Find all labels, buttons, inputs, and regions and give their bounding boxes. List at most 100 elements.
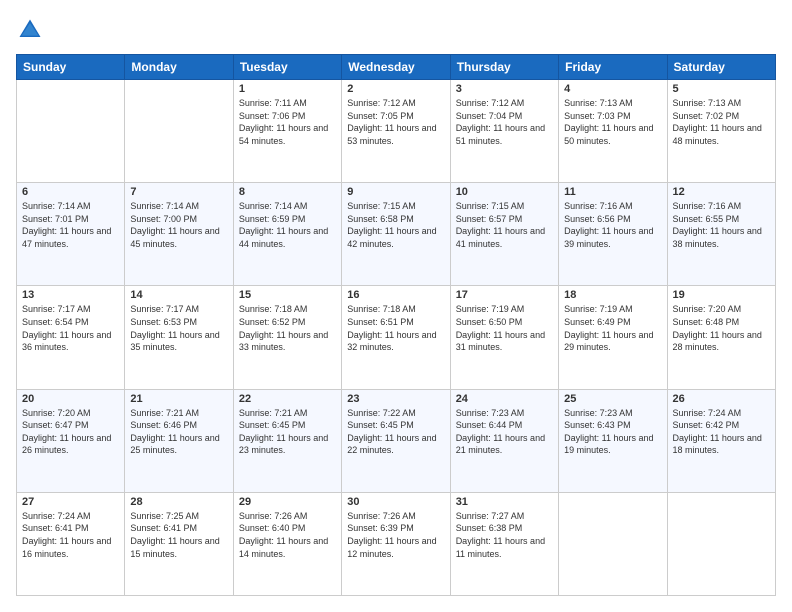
day-number: 13 (22, 289, 119, 301)
weekday-header-saturday: Saturday (667, 55, 775, 80)
calendar-cell: 10 Sunrise: 7:15 AM Sunset: 6:57 PM Dayli… (450, 183, 558, 286)
day-info: Sunrise: 7:13 AM Sunset: 7:03 PM Dayligh… (564, 97, 661, 147)
calendar-cell: 15 Sunrise: 7:18 AM Sunset: 6:52 PM Dayli… (233, 286, 341, 389)
calendar-cell: 11 Sunrise: 7:16 AM Sunset: 6:56 PM Dayli… (559, 183, 667, 286)
day-info: Sunrise: 7:14 AM Sunset: 7:01 PM Dayligh… (22, 200, 119, 250)
logo (16, 16, 48, 44)
day-info: Sunrise: 7:23 AM Sunset: 6:43 PM Dayligh… (564, 407, 661, 457)
calendar-cell: 2Sunrise: 7:12 AM Sunset: 7:05 PM Daylig… (342, 80, 450, 183)
calendar-cell: 13 Sunrise: 7:17 AM Sunset: 6:54 PM Dayli… (17, 286, 125, 389)
day-info: Sunrise: 7:15 AM Sunset: 6:58 PM Dayligh… (347, 200, 444, 250)
day-number: 4 (564, 83, 661, 95)
calendar-cell: 27 Sunrise: 7:24 AM Sunset: 6:41 PM Dayli… (17, 492, 125, 595)
day-number: 10 (456, 186, 553, 198)
logo-icon (16, 16, 44, 44)
day-number: 16 (347, 289, 444, 301)
calendar-cell: 18 Sunrise: 7:19 AM Sunset: 6:49 PM Dayli… (559, 286, 667, 389)
day-number: 12 (673, 186, 770, 198)
day-info: Sunrise: 7:17 AM Sunset: 6:53 PM Dayligh… (130, 303, 227, 353)
calendar-cell: 7 Sunrise: 7:14 AM Sunset: 7:00 PM Daylig… (125, 183, 233, 286)
day-info: Sunrise: 7:11 AM Sunset: 7:06 PM Dayligh… (239, 97, 336, 147)
day-number: 9 (347, 186, 444, 198)
day-number: 8 (239, 186, 336, 198)
day-info: Sunrise: 7:19 AM Sunset: 6:50 PM Dayligh… (456, 303, 553, 353)
day-info: Sunrise: 7:16 AM Sunset: 6:56 PM Dayligh… (564, 200, 661, 250)
day-number: 25 (564, 393, 661, 405)
day-number: 18 (564, 289, 661, 301)
day-info: Sunrise: 7:19 AM Sunset: 6:49 PM Dayligh… (564, 303, 661, 353)
day-info: Sunrise: 7:18 AM Sunset: 6:51 PM Dayligh… (347, 303, 444, 353)
day-number: 7 (130, 186, 227, 198)
week-row-1: 6 Sunrise: 7:14 AM Sunset: 7:01 PM Daylig… (17, 183, 776, 286)
day-number: 14 (130, 289, 227, 301)
day-info: Sunrise: 7:15 AM Sunset: 6:57 PM Dayligh… (456, 200, 553, 250)
weekday-header-wednesday: Wednesday (342, 55, 450, 80)
day-info: Sunrise: 7:16 AM Sunset: 6:55 PM Dayligh… (673, 200, 770, 250)
day-number: 26 (673, 393, 770, 405)
day-number: 31 (456, 496, 553, 508)
day-info: Sunrise: 7:25 AM Sunset: 6:41 PM Dayligh… (130, 510, 227, 560)
calendar-cell: 20 Sunrise: 7:20 AM Sunset: 6:47 PM Dayli… (17, 389, 125, 492)
header (16, 16, 776, 44)
day-number: 6 (22, 186, 119, 198)
day-info: Sunrise: 7:14 AM Sunset: 7:00 PM Dayligh… (130, 200, 227, 250)
day-info: Sunrise: 7:20 AM Sunset: 6:48 PM Dayligh… (673, 303, 770, 353)
day-info: Sunrise: 7:14 AM Sunset: 6:59 PM Dayligh… (239, 200, 336, 250)
day-number: 5 (673, 83, 770, 95)
calendar-cell (125, 80, 233, 183)
day-number: 21 (130, 393, 227, 405)
calendar-cell: 1Sunrise: 7:11 AM Sunset: 7:06 PM Daylig… (233, 80, 341, 183)
day-number: 17 (456, 289, 553, 301)
calendar-cell: 12 Sunrise: 7:16 AM Sunset: 6:55 PM Dayli… (667, 183, 775, 286)
day-info: Sunrise: 7:12 AM Sunset: 7:04 PM Dayligh… (456, 97, 553, 147)
calendar-cell: 26 Sunrise: 7:24 AM Sunset: 6:42 PM Dayli… (667, 389, 775, 492)
calendar-cell: 6 Sunrise: 7:14 AM Sunset: 7:01 PM Daylig… (17, 183, 125, 286)
weekday-header-friday: Friday (559, 55, 667, 80)
calendar-cell: 31 Sunrise: 7:27 AM Sunset: 6:38 PM Dayli… (450, 492, 558, 595)
day-info: Sunrise: 7:26 AM Sunset: 6:40 PM Dayligh… (239, 510, 336, 560)
day-info: Sunrise: 7:21 AM Sunset: 6:46 PM Dayligh… (130, 407, 227, 457)
calendar-cell: 25 Sunrise: 7:23 AM Sunset: 6:43 PM Dayli… (559, 389, 667, 492)
day-info: Sunrise: 7:22 AM Sunset: 6:45 PM Dayligh… (347, 407, 444, 457)
calendar-cell: 30 Sunrise: 7:26 AM Sunset: 6:39 PM Dayli… (342, 492, 450, 595)
day-number: 23 (347, 393, 444, 405)
calendar-cell: 23 Sunrise: 7:22 AM Sunset: 6:45 PM Dayli… (342, 389, 450, 492)
day-info: Sunrise: 7:23 AM Sunset: 6:44 PM Dayligh… (456, 407, 553, 457)
day-number: 3 (456, 83, 553, 95)
day-number: 2 (347, 83, 444, 95)
calendar-cell (559, 492, 667, 595)
day-info: Sunrise: 7:26 AM Sunset: 6:39 PM Dayligh… (347, 510, 444, 560)
calendar-cell: 3 Sunrise: 7:12 AM Sunset: 7:04 PM Daylig… (450, 80, 558, 183)
day-number: 28 (130, 496, 227, 508)
day-info: Sunrise: 7:20 AM Sunset: 6:47 PM Dayligh… (22, 407, 119, 457)
calendar-table: SundayMondayTuesdayWednesdayThursdayFrid… (16, 54, 776, 596)
day-info: Sunrise: 7:27 AM Sunset: 6:38 PM Dayligh… (456, 510, 553, 560)
day-number: 29 (239, 496, 336, 508)
weekday-header-sunday: Sunday (17, 55, 125, 80)
day-number: 15 (239, 289, 336, 301)
calendar-cell: 19Sunrise: 7:20 AM Sunset: 6:48 PM Dayli… (667, 286, 775, 389)
day-info: Sunrise: 7:21 AM Sunset: 6:45 PM Dayligh… (239, 407, 336, 457)
weekday-header-thursday: Thursday (450, 55, 558, 80)
day-number: 24 (456, 393, 553, 405)
day-info: Sunrise: 7:13 AM Sunset: 7:02 PM Dayligh… (673, 97, 770, 147)
week-row-3: 20 Sunrise: 7:20 AM Sunset: 6:47 PM Dayli… (17, 389, 776, 492)
day-number: 11 (564, 186, 661, 198)
calendar-cell: 4 Sunrise: 7:13 AM Sunset: 7:03 PM Daylig… (559, 80, 667, 183)
calendar-cell: 22 Sunrise: 7:21 AM Sunset: 6:45 PM Dayli… (233, 389, 341, 492)
day-info: Sunrise: 7:24 AM Sunset: 6:42 PM Dayligh… (673, 407, 770, 457)
day-number: 22 (239, 393, 336, 405)
day-info: Sunrise: 7:17 AM Sunset: 6:54 PM Dayligh… (22, 303, 119, 353)
day-number: 27 (22, 496, 119, 508)
day-info: Sunrise: 7:18 AM Sunset: 6:52 PM Dayligh… (239, 303, 336, 353)
day-info: Sunrise: 7:24 AM Sunset: 6:41 PM Dayligh… (22, 510, 119, 560)
weekday-header-monday: Monday (125, 55, 233, 80)
day-number: 20 (22, 393, 119, 405)
calendar-cell (17, 80, 125, 183)
week-row-0: 1Sunrise: 7:11 AM Sunset: 7:06 PM Daylig… (17, 80, 776, 183)
day-number: 30 (347, 496, 444, 508)
calendar-cell: 14 Sunrise: 7:17 AM Sunset: 6:53 PM Dayli… (125, 286, 233, 389)
calendar-cell: 17 Sunrise: 7:19 AM Sunset: 6:50 PM Dayli… (450, 286, 558, 389)
calendar-cell: 29 Sunrise: 7:26 AM Sunset: 6:40 PM Dayli… (233, 492, 341, 595)
calendar-cell: 28 Sunrise: 7:25 AM Sunset: 6:41 PM Dayli… (125, 492, 233, 595)
